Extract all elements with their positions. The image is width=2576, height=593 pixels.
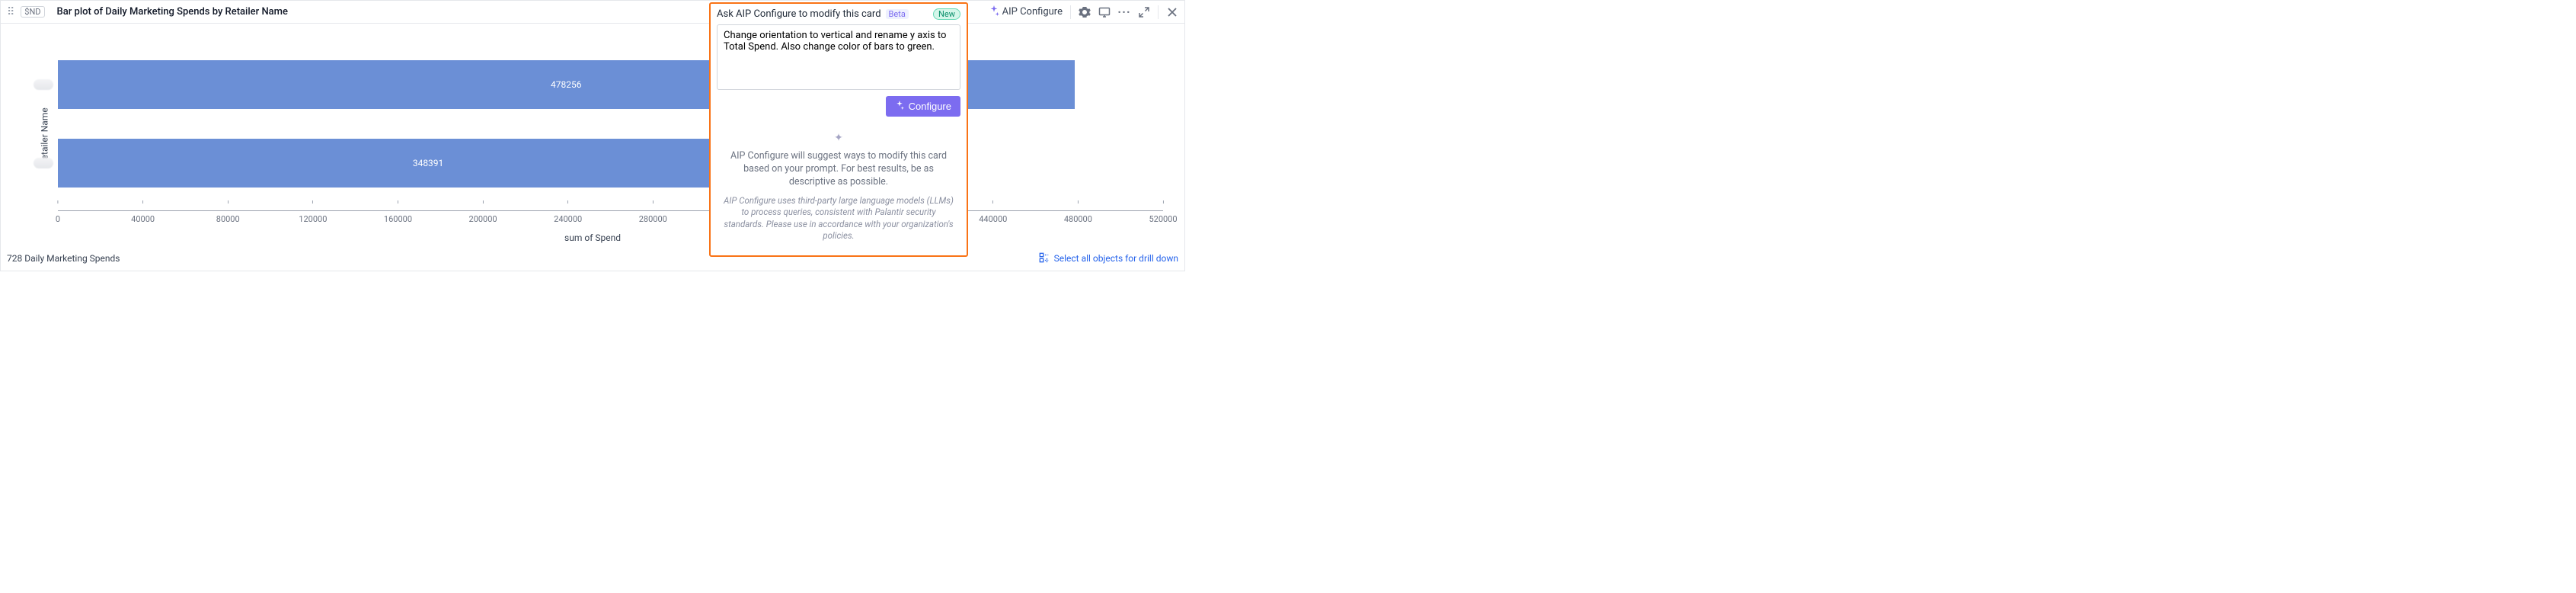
beta-badge: Beta — [886, 9, 909, 19]
x-tick: 280000 — [639, 214, 667, 224]
drill-down-label: Select all objects for drill down — [1054, 253, 1178, 264]
y-category-label-redacted — [34, 79, 53, 90]
sparkle-icon — [895, 101, 904, 112]
card-root: ⠿ $ND Bar plot of Daily Marketing Spends… — [0, 0, 1185, 271]
bar[interactable]: 348391 — [58, 139, 798, 188]
aip-configure-panel: Ask AIP Configure to modify this card Be… — [709, 2, 968, 257]
sparkle-icon — [989, 5, 999, 19]
new-badge: New — [933, 8, 960, 20]
bar-value-label: 478256 — [551, 79, 581, 90]
card-title: Bar plot of Daily Marketing Spends by Re… — [57, 6, 288, 18]
toolbar-divider — [1070, 5, 1071, 19]
drag-handle-icon[interactable]: ⠿ — [7, 6, 14, 18]
x-tick: 480000 — [1064, 214, 1092, 224]
x-tick: 240000 — [554, 214, 582, 224]
panel-info-main: AIP Configure will suggest ways to modif… — [721, 150, 956, 189]
card-toolbar: AIP Configure ··· — [989, 5, 1178, 19]
configure-button[interactable]: Configure — [886, 96, 960, 117]
x-axis-ticks: 0 40000 80000 120000 160000 200000 240000 28000… — [58, 214, 1163, 225]
aip-configure-button[interactable]: AIP Configure — [989, 5, 1063, 19]
x-axis-label: sum of Spend — [564, 232, 621, 243]
y-axis-categories — [34, 45, 55, 202]
x-tick: 120000 — [299, 214, 327, 224]
panel-header: Ask AIP Configure to modify this card Be… — [717, 8, 960, 20]
x-tick: 160000 — [384, 214, 412, 224]
chart-body: Retailer Name 478256348391 0400008000012… — [1, 24, 1184, 249]
aip-configure-label: AIP Configure — [1002, 6, 1063, 18]
drill-down-link[interactable]: Select all objects for drill down — [1039, 252, 1178, 265]
x-tick: 200000 — [469, 214, 497, 224]
prompt-input[interactable] — [717, 24, 960, 90]
bars: 478256 348391 — [58, 45, 1163, 202]
x-tick: 440000 — [979, 214, 1007, 224]
x-tick: 520000 — [1149, 214, 1177, 224]
expand-icon[interactable] — [1138, 6, 1150, 18]
x-axis-line — [58, 210, 1163, 211]
panel-info-fineprint: AIP Configure uses third-party large lan… — [721, 195, 956, 242]
card-topbar: ⠿ $ND Bar plot of Daily Marketing Spends… — [1, 1, 1184, 24]
card-footer: 728 Daily Marketing Spends Select all ob… — [7, 249, 1178, 268]
x-tick: 80000 — [216, 214, 240, 224]
drill-down-icon — [1039, 252, 1050, 265]
x-tick: 40000 — [131, 214, 155, 224]
plot-area: 478256348391 040000800001200001600002000… — [58, 39, 1163, 211]
sparkle-icon: ✦ — [721, 132, 956, 144]
y-category-label-redacted — [34, 158, 53, 168]
close-icon[interactable] — [1166, 6, 1178, 18]
panel-title: Ask AIP Configure to modify this card — [717, 8, 881, 20]
bar-value-label: 348391 — [413, 158, 443, 168]
configure-button-label: Configure — [909, 101, 951, 112]
panel-info: ✦ AIP Configure will suggest ways to mod… — [717, 127, 960, 248]
footer-count: 728 Daily Marketing Spends — [7, 253, 120, 264]
present-icon[interactable] — [1098, 6, 1111, 18]
gear-icon[interactable] — [1079, 6, 1091, 18]
more-icon[interactable]: ··· — [1118, 6, 1130, 18]
toolbar-divider — [1158, 5, 1159, 19]
plot: Retailer Name 478256348391 0400008000012… — [16, 31, 1169, 242]
x-tick: 0 — [56, 214, 60, 224]
nd-badge[interactable]: $ND — [21, 6, 44, 18]
